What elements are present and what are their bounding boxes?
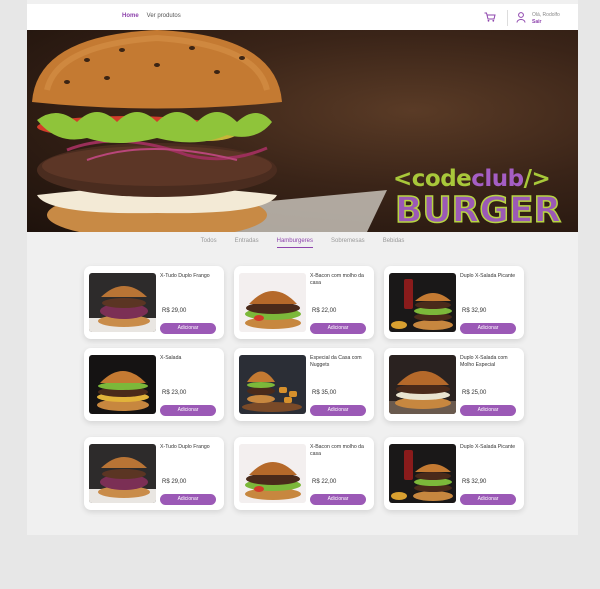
brand-code-text: <code bbox=[393, 166, 472, 192]
product-price: R$ 22,00 bbox=[312, 308, 337, 314]
cart-icon[interactable] bbox=[484, 12, 496, 22]
tab-sobremesas[interactable]: Sobremesas bbox=[331, 238, 365, 248]
hero-banner: <codeclub/> BURGER bbox=[27, 30, 578, 232]
product-card: X-Bacon com molho da casa R$ 22,00 Adicion… bbox=[234, 266, 374, 339]
brand-close-text: /> bbox=[523, 166, 551, 192]
add-to-cart-button[interactable]: Adicionar bbox=[460, 494, 516, 505]
product-card: X-Salada R$ 23,00 Adicionar bbox=[84, 348, 224, 421]
product-card: Duplo X-Salada Picante R$ 32,90 Adicionar bbox=[384, 437, 524, 510]
product-card: X-Bacon com molho da casa R$ 22,00 Adicion… bbox=[234, 437, 374, 510]
nav-links: Home Ver produtos bbox=[122, 13, 181, 19]
product-price: R$ 32,90 bbox=[462, 308, 487, 314]
product-price: R$ 32,90 bbox=[462, 479, 487, 485]
nav-products-link[interactable]: Ver produtos bbox=[147, 13, 181, 19]
add-to-cart-button[interactable]: Adicionar bbox=[460, 323, 516, 334]
product-image bbox=[389, 444, 456, 503]
product-title: X-Tudo Duplo Frango bbox=[160, 273, 210, 279]
user-icon[interactable] bbox=[516, 12, 526, 23]
product-image bbox=[89, 355, 156, 414]
product-card: Especial da Casa com Nuggets R$ 35,00 Adic… bbox=[234, 348, 374, 421]
add-to-cart-button[interactable]: Adicionar bbox=[310, 323, 366, 334]
product-title: Especial da Casa com Nuggets bbox=[310, 355, 362, 368]
product-price: R$ 29,00 bbox=[162, 479, 187, 485]
add-to-cart-button[interactable]: Adicionar bbox=[460, 405, 516, 416]
product-card: X-Tudo Duplo Frango R$ 29,00 Adicionar bbox=[84, 266, 224, 339]
product-title: X-Bacon com molho da casa bbox=[310, 444, 364, 457]
tab-bebidas[interactable]: Bebidas bbox=[383, 238, 405, 248]
product-title: X-Tudo Duplo Frango bbox=[160, 444, 210, 450]
product-price: R$ 25,00 bbox=[462, 390, 487, 396]
nav-separator bbox=[507, 10, 508, 26]
product-title: X-Salada bbox=[160, 355, 182, 361]
navbar: Home Ver produtos Olá, Rodolfo Sair bbox=[27, 4, 578, 30]
brand-club-text: club bbox=[471, 166, 524, 192]
tab-hamburgeres[interactable]: Hamburgeres bbox=[276, 238, 313, 248]
brand-logo-burger: BURGER bbox=[394, 189, 562, 232]
page: Home Ver produtos Olá, Rodolfo Sair <cod… bbox=[27, 0, 578, 535]
brand-logo-top: <codeclub/> bbox=[393, 166, 551, 192]
product-title: Duplo X-Salada Picante bbox=[460, 273, 516, 279]
logout-link[interactable]: Sair bbox=[532, 19, 541, 25]
product-image bbox=[239, 273, 306, 332]
product-price: R$ 22,00 bbox=[312, 479, 337, 485]
product-image bbox=[239, 444, 306, 503]
product-title: Duplo X-Salada Picante bbox=[460, 444, 516, 450]
product-price: R$ 23,00 bbox=[162, 390, 187, 396]
product-image bbox=[89, 444, 156, 503]
tab-todos[interactable]: Todos bbox=[201, 238, 217, 248]
product-card: Duplo X-Salada Picante R$ 32,90 Adicionar bbox=[384, 266, 524, 339]
add-to-cart-button[interactable]: Adicionar bbox=[160, 405, 216, 416]
product-image bbox=[389, 273, 456, 332]
product-image bbox=[239, 355, 306, 414]
tab-entradas[interactable]: Entradas bbox=[235, 238, 259, 248]
product-title: X-Bacon com molho da casa bbox=[310, 273, 364, 286]
product-price: R$ 35,00 bbox=[312, 390, 337, 396]
product-image bbox=[89, 273, 156, 332]
add-to-cart-button[interactable]: Adicionar bbox=[310, 405, 366, 416]
product-image bbox=[389, 355, 456, 414]
category-tabs: Todos Entradas Hamburgeres Sobremesas Be… bbox=[27, 238, 578, 248]
add-to-cart-button[interactable]: Adicionar bbox=[160, 494, 216, 505]
product-card: X-Tudo Duplo Frango R$ 29,00 Adicionar bbox=[84, 437, 224, 510]
nav-home-link[interactable]: Home bbox=[122, 13, 139, 19]
user-greeting: Olá, Rodolfo bbox=[532, 12, 560, 18]
add-to-cart-button[interactable]: Adicionar bbox=[160, 323, 216, 334]
product-card: Duplo X-Salada com Molho Especial R$ 25,0… bbox=[384, 348, 524, 421]
add-to-cart-button[interactable]: Adicionar bbox=[310, 494, 366, 505]
product-price: R$ 29,00 bbox=[162, 308, 187, 314]
product-title: Duplo X-Salada com Molho Especial bbox=[460, 355, 508, 368]
